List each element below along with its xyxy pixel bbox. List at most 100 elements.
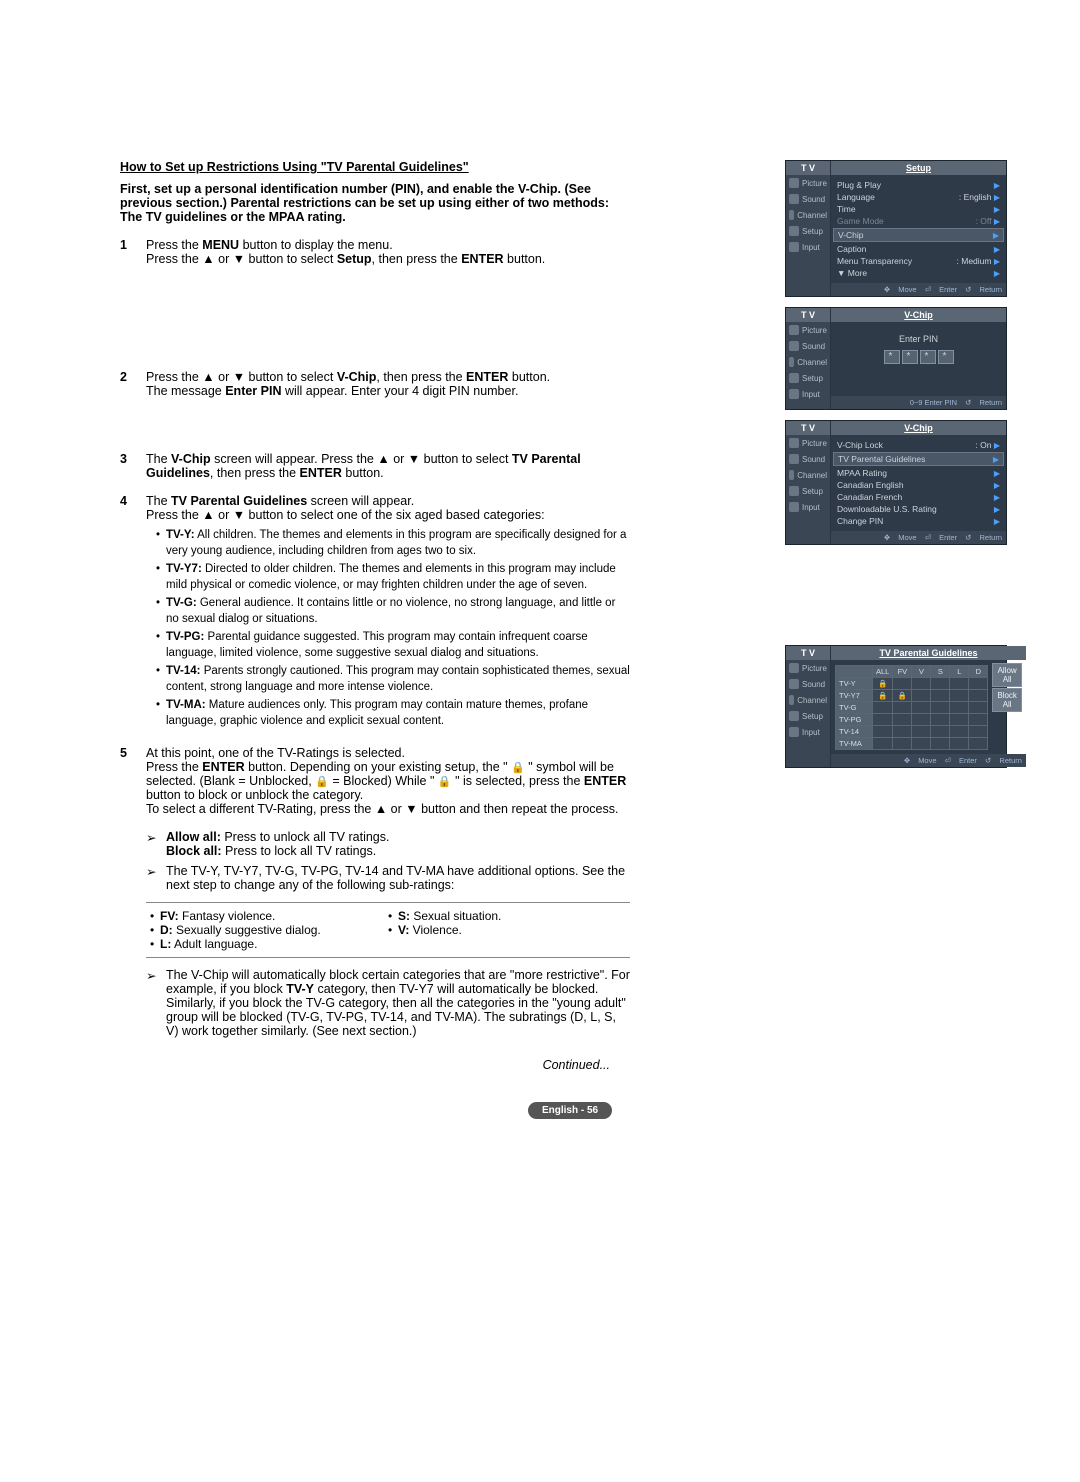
lock-icon: 🔒	[438, 775, 452, 788]
return-hint: ↺ Return	[985, 756, 1022, 765]
text: TV-Y	[286, 982, 314, 996]
pin-digit	[938, 350, 954, 364]
arrow-additional-options: The TV-Y, TV-Y7, TV-G, TV-PG, TV-14 and …	[146, 864, 630, 892]
osd-side-item: Picture	[786, 660, 830, 676]
osd-footer: ✥ Move ⏎ Enter ↺ Return	[831, 754, 1026, 767]
osd-menu-item[interactable]: MPAA Rating ▶	[837, 467, 1000, 479]
menu-icon	[789, 325, 799, 335]
menu-icon	[789, 178, 799, 188]
rating-item: TV-Y7: Directed to older children. The t…	[156, 562, 630, 593]
menu-icon	[789, 438, 799, 448]
return-hint: ↺ Return	[965, 285, 1002, 294]
menu-icon	[789, 711, 799, 721]
return-hint: ↺ Return	[965, 533, 1002, 542]
text: button.	[342, 466, 384, 480]
osd-side-item: Channel	[786, 692, 830, 708]
osd-footer: ✥ Move ⏎ Enter ↺ Return	[831, 283, 1006, 296]
osd-menu-item[interactable]: Downloadable U.S. Rating ▶	[837, 503, 1000, 515]
rating-item: TV-G: General audience. It contains litt…	[156, 596, 630, 627]
text: MENU	[202, 238, 239, 252]
text: The message	[146, 384, 225, 398]
block-all-button[interactable]: Block All	[992, 688, 1022, 712]
arrow-auto-block: The V-Chip will automatically block cert…	[146, 968, 630, 1038]
osd-title: V-Chip	[831, 421, 1006, 435]
osd-menu-item[interactable]: Language: English ▶	[837, 191, 1000, 203]
menu-icon	[789, 357, 794, 367]
enter-hint: ⏎ Enter	[945, 756, 977, 765]
text: The	[146, 452, 171, 466]
osd-tv-label: T V	[786, 308, 830, 322]
osd-side-item: Setup	[786, 370, 830, 386]
osd-side-item: Setup	[786, 708, 830, 724]
text: " is selected, press the	[452, 774, 584, 788]
osd-menu-item[interactable]: V-Chip Lock: On ▶	[837, 439, 1000, 451]
rating-item: TV-Y: All children. The themes and eleme…	[156, 528, 630, 559]
text: ENTER	[202, 760, 244, 774]
allow-all-button[interactable]: Allow All	[992, 663, 1022, 687]
osd-menu-item[interactable]: V-Chip ▶	[833, 228, 1004, 242]
osd-side-item: Input	[786, 499, 830, 515]
text: , then press the	[210, 466, 300, 480]
rating-item: TV-14: Parents strongly cautioned. This …	[156, 664, 630, 695]
pin-digit	[902, 350, 918, 364]
menu-icon	[789, 389, 799, 399]
text: ENTER	[584, 774, 626, 788]
intro-text: First, set up a personal identification …	[120, 182, 630, 224]
text: Press the	[146, 238, 202, 252]
menu-icon	[789, 242, 799, 252]
text: button to display the menu.	[239, 238, 393, 252]
text: Press the ▲ or ▼ button to select	[146, 370, 337, 384]
page-number-pill: English - 56	[528, 1102, 612, 1119]
osd-side-item: Sound	[786, 191, 830, 207]
step-number: 4	[120, 494, 146, 732]
osd-side-item: Input	[786, 239, 830, 255]
osd-menu-item[interactable]: TV Parental Guidelines ▶	[833, 452, 1004, 466]
osd-tv-label: T V	[786, 161, 830, 175]
text: ENTER	[300, 466, 342, 480]
subrating-item: L: Adult language.	[150, 937, 388, 951]
step-number: 5	[120, 746, 146, 816]
osd-footer: ✥ Move ⏎ Enter ↺ Return	[831, 531, 1006, 544]
subratings-box: FV: Fantasy violence.D: Sexually suggest…	[146, 902, 630, 958]
subrating-item: D: Sexually suggestive dialog.	[150, 923, 388, 937]
text: button.	[508, 370, 550, 384]
text: V-Chip	[171, 452, 211, 466]
text: button. Depending on your existing setup…	[245, 760, 511, 774]
menu-icon	[789, 695, 794, 705]
osd-menu-item[interactable]: Time ▶	[837, 203, 1000, 215]
text: , then press the	[372, 252, 462, 266]
osd-menu-item[interactable]: Change PIN ▶	[837, 515, 1000, 527]
section-title: How to Set up Restrictions Using "TV Par…	[120, 160, 630, 174]
osd-menu-item[interactable]: ▼ More ▶	[837, 267, 1000, 279]
menu-icon	[789, 470, 794, 480]
osd-tv-label: T V	[786, 421, 830, 435]
text: button to block or unblock the category.	[146, 788, 363, 802]
parental-grid-table: ALLFVVSLDTV-Y🔒TV-Y7🔒🔒TV-GTV-PGTV-14TV-MA	[835, 665, 988, 750]
step-5-body: At this point, one of the TV-Ratings is …	[146, 746, 630, 816]
text: ENTER	[466, 370, 508, 384]
enter-hint: ⏎ Enter	[925, 285, 957, 294]
enter-hint: ⏎ Enter	[925, 533, 957, 542]
osd-side-item: Sound	[786, 451, 830, 467]
menu-icon	[789, 663, 799, 673]
menu-icon	[789, 679, 799, 689]
osd-footer: 0~9 Enter PIN ↺ Return	[831, 396, 1006, 409]
text: , then press the	[376, 370, 466, 384]
text: ENTER	[461, 252, 503, 266]
osd-menu-item[interactable]: Game Mode: Off ▶	[837, 215, 1000, 227]
step-3-body: The V-Chip screen will appear. Press the…	[146, 452, 630, 480]
text: To select a different TV-Rating, press t…	[146, 802, 618, 816]
osd-menu-item[interactable]: Caption ▶	[837, 243, 1000, 255]
menu-icon	[789, 727, 799, 737]
move-hint: ✥ Move	[904, 756, 937, 765]
osd-menu-item[interactable]: Menu Transparency: Medium ▶	[837, 255, 1000, 267]
step-number: 1	[120, 238, 146, 266]
osd-menu-item[interactable]: Canadian French ▶	[837, 491, 1000, 503]
osd-menu-item[interactable]: Canadian English ▶	[837, 479, 1000, 491]
step-2-body: Press the ▲ or ▼ button to select V-Chip…	[146, 370, 630, 398]
rating-item: TV-PG: Parental guidance suggested. This…	[156, 630, 630, 661]
subrating-item: V: Violence.	[388, 923, 626, 937]
menu-icon	[789, 486, 799, 496]
osd-menu-item[interactable]: Plug & Play ▶	[837, 179, 1000, 191]
osd-vchip-screenshot: T V PictureSoundChannelSetupInput V-Chip…	[785, 420, 1007, 545]
